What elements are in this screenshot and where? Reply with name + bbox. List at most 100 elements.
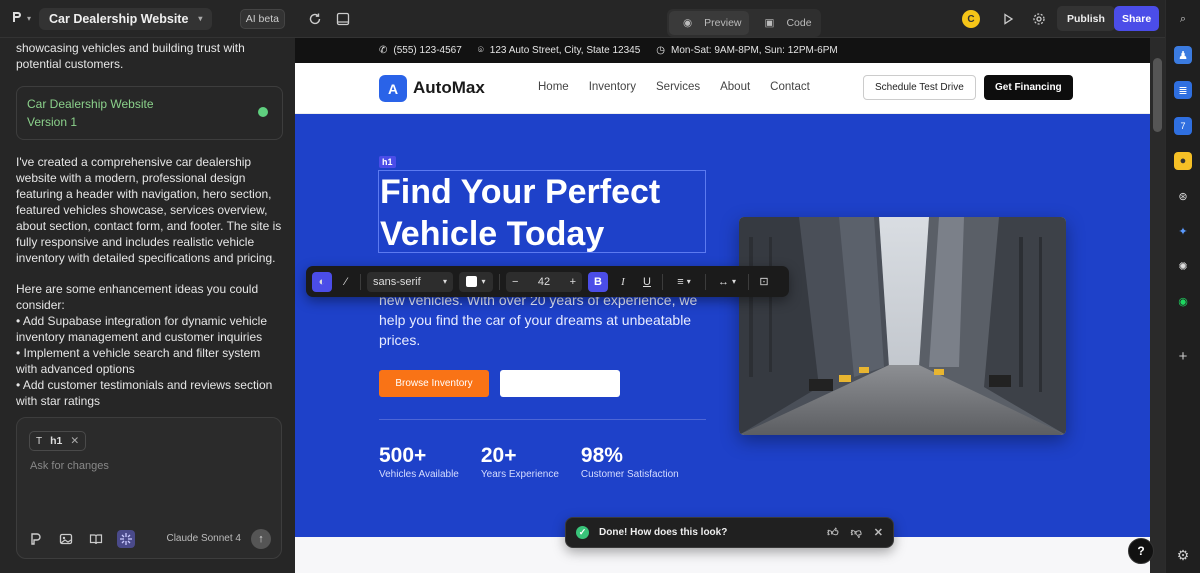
selected-tag-label: h1 — [379, 156, 396, 168]
ideas-list: • Add Supabase integration for dynamic v… — [16, 313, 283, 409]
docs-icon[interactable]: ≣ — [1174, 81, 1192, 99]
nav-contact[interactable]: Contact — [770, 81, 810, 93]
stat-number: 20+ — [480, 444, 517, 467]
stat-label: Customer Satisfaction — [580, 469, 679, 480]
profile-icon[interactable]: ♟ — [1174, 46, 1192, 64]
layout-icon[interactable] — [333, 9, 353, 29]
font-size-stepper[interactable]: − 42 + — [506, 271, 582, 292]
underline-button[interactable]: U — [638, 272, 656, 292]
publish-button[interactable]: Publish — [1057, 6, 1115, 31]
status-dot-icon — [258, 107, 268, 117]
model-selector[interactable]: Claude Sonnet 4 — [166, 533, 241, 544]
keep-icon[interactable]: ● — [1174, 152, 1192, 170]
hero-stats: 500+ Vehicles Available 20+ Years Experi… — [379, 444, 679, 480]
hero-divider — [379, 419, 706, 420]
visual-edit-toggle[interactable]: ◐ — [312, 271, 332, 292]
search-icon[interactable]: ⌕ — [1174, 10, 1192, 28]
tab-preview-label: Preview — [704, 17, 742, 29]
chat-summary-text: I've created a comprehensive car dealers… — [16, 155, 282, 265]
tab-code-label: Code — [786, 17, 812, 29]
gemini-icon[interactable]: ✦ — [1174, 222, 1192, 240]
workspace-menu[interactable]: ▾ — [10, 10, 31, 27]
version-card[interactable]: Car Dealership Website Version 1 — [16, 86, 283, 140]
extension-icon[interactable]: ✺ — [1174, 257, 1192, 275]
schedule-test-drive-button[interactable]: Schedule Test Drive — [863, 75, 976, 100]
hero-paragraph: new vehicles. With over 20 years of expe… — [379, 292, 698, 348]
browse-inventory-button[interactable]: Browse Inventory — [379, 370, 489, 397]
version-card-title: Car Dealership Website — [27, 97, 154, 111]
list-item: • Implement a vehicle search and filter … — [16, 346, 261, 376]
font-family-value: sans-serif — [373, 275, 421, 288]
visual-edit-icon[interactable] — [117, 530, 135, 548]
chevron-down-icon: ▾ — [27, 14, 32, 23]
hero-headline-line-1: Find Your Perfect — [380, 173, 661, 211]
chat-ideas-intro: Here are some enhancement ideas you coul… — [16, 282, 259, 312]
plus-icon[interactable]: + — [570, 276, 576, 288]
selected-element-tag: h1 — [50, 435, 63, 447]
scrollbar-thumb[interactable] — [1153, 58, 1162, 132]
ai-beta-badge[interactable]: AI beta — [239, 8, 285, 29]
tab-code[interactable]: ▣ Code — [751, 11, 819, 35]
close-icon[interactable]: ✕ — [70, 435, 79, 447]
clock-icon: ◷ — [656, 45, 665, 56]
preview-scrollbar[interactable] — [1150, 38, 1165, 573]
thumbs-down-icon[interactable]: 👎︎ — [851, 526, 862, 539]
eye-icon: ◉ — [683, 17, 693, 29]
share-button[interactable]: Share — [1114, 6, 1160, 31]
hero-headline[interactable]: Find Your Perfect Vehicle Today — [378, 170, 706, 253]
text-color-select[interactable]: ▾ — [459, 271, 493, 292]
spotify-icon[interactable]: ◉ — [1174, 292, 1192, 310]
site-header: A AutoMax Home Inventory Services About … — [295, 63, 1150, 114]
chat-input[interactable]: Ask for changes — [30, 460, 109, 472]
send-button[interactable]: ↑ — [251, 529, 271, 549]
chat-panel: ▾ Car Dealership Website ▾ AI beta showc… — [0, 0, 295, 573]
get-financing-button[interactable]: Get Financing — [984, 75, 1073, 100]
code-icon: ▣ — [764, 17, 775, 29]
stat-item: 500+ Vehicles Available — [379, 444, 459, 480]
avatar[interactable]: C — [962, 10, 980, 28]
gear-icon[interactable]: ⚙ — [1174, 546, 1192, 564]
close-icon[interactable]: ✕ — [874, 526, 883, 539]
brand-name[interactable]: AutoMax — [413, 78, 485, 98]
refresh-icon[interactable] — [305, 9, 325, 29]
font-size-value[interactable]: 42 — [538, 276, 550, 288]
text-type-icon: T — [36, 435, 43, 447]
image-icon[interactable] — [57, 530, 75, 548]
font-family-select[interactable]: sans-serif ▾ — [367, 271, 453, 292]
chat-composer[interactable]: T h1 ✕ Ask for changes Claude Sonnet 4 ↑ — [16, 417, 282, 559]
map-pin-icon: ⌾ — [477, 45, 484, 56]
add-icon[interactable]: + — [1174, 347, 1192, 365]
feedback-toast: ✓ Done! How does this look? 👍︎ 👎︎ ✕ — [565, 517, 894, 548]
arrow-up-icon: ↑ — [258, 533, 264, 545]
app-logo-icon[interactable] — [27, 530, 45, 548]
hero-section: h1 Find Your Perfect Vehicle Today new v… — [295, 114, 1150, 537]
minus-icon[interactable]: − — [512, 276, 518, 288]
nav-home[interactable]: Home — [538, 81, 569, 93]
version-card-version: Version 1 — [27, 115, 78, 129]
hours-info: ◷ Mon-Sat: 9AM-8PM, Sun: 12PM-6PM — [656, 45, 837, 56]
play-icon[interactable] — [998, 9, 1018, 29]
bold-button[interactable]: B — [588, 271, 608, 292]
gear-icon[interactable] — [1029, 9, 1049, 29]
chatgpt-icon[interactable]: ⊛ — [1174, 187, 1192, 205]
book-icon[interactable] — [87, 530, 105, 548]
align-select[interactable]: ≡ ▾ — [669, 272, 699, 292]
stat-label: Years Experience — [480, 469, 559, 480]
align-left-icon: ≡ — [677, 275, 684, 288]
help-button[interactable]: ? — [1128, 538, 1154, 564]
secondary-hero-button[interactable] — [500, 370, 620, 397]
spacing-select[interactable]: ↔ ▾ — [712, 272, 742, 292]
nav-inventory[interactable]: Inventory — [589, 81, 636, 93]
thumbs-up-icon[interactable]: 👍︎ — [827, 526, 839, 539]
tab-preview[interactable]: ◉ Preview — [669, 11, 749, 35]
nav-services[interactable]: Services — [656, 81, 700, 93]
nav-about[interactable]: About — [720, 81, 750, 93]
save-icon[interactable]: ⊡ — [755, 272, 773, 292]
magic-wand-icon[interactable]: ⁄ — [338, 272, 354, 292]
brand-logo[interactable]: A — [379, 75, 407, 102]
calendar-icon[interactable]: 7 — [1174, 117, 1192, 135]
selected-element-chip[interactable]: T h1 ✕ — [29, 431, 87, 451]
project-title-dropdown[interactable]: Car Dealership Website ▾ — [39, 7, 213, 30]
italic-button[interactable]: I — [614, 272, 632, 292]
project-title: Car Dealership Website — [49, 11, 189, 26]
